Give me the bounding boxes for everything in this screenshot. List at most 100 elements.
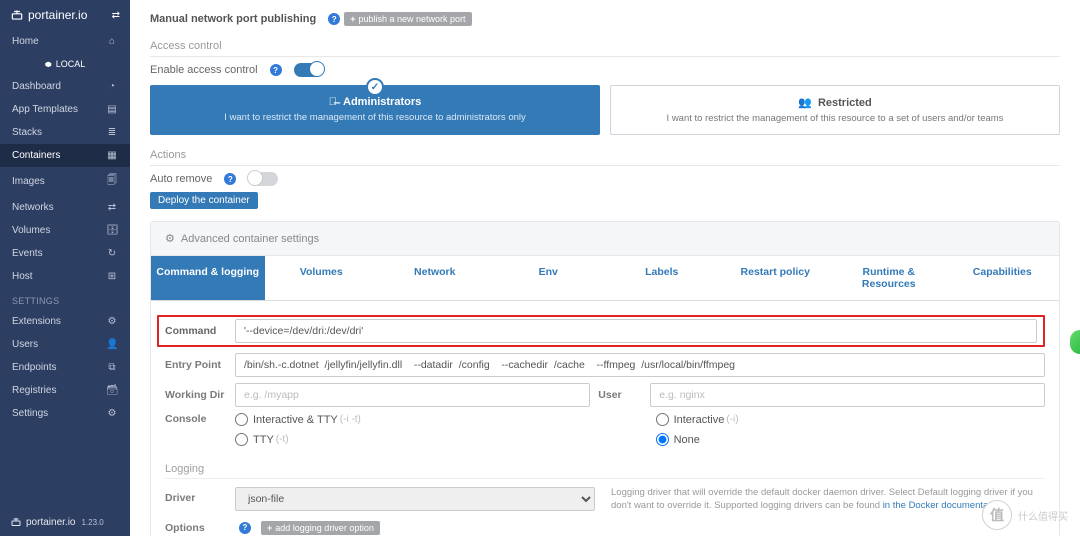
endpoints-icon: ⧉ [106, 362, 118, 373]
users-icon: 👤 [106, 339, 118, 350]
registries-icon: 🗃 [106, 385, 118, 396]
tab-env[interactable]: Env [492, 256, 606, 300]
watermark-badge: 值 [982, 500, 1012, 530]
entrypoint-row: Entry Point [165, 353, 1045, 377]
swap-icon[interactable]: ⇄ [112, 10, 120, 21]
gear-icon [106, 408, 118, 419]
networks-icon: ⇄ [106, 202, 118, 213]
help-icon[interactable]: ? [328, 13, 340, 25]
port-publish-row: Manual network port publishing ? +publis… [150, 12, 1060, 26]
workdir-label: Working Dir [165, 389, 235, 401]
nav-host[interactable]: Host⊞ [0, 265, 130, 288]
actions-title: Actions [150, 143, 1060, 166]
side-tab[interactable] [1070, 330, 1080, 354]
nav-registries[interactable]: Registries🗃 [0, 379, 130, 402]
tab-network[interactable]: Network [378, 256, 492, 300]
auto-remove-toggle[interactable] [248, 172, 278, 186]
workdir-user-row: Working Dir User [165, 383, 1045, 407]
nav-local[interactable]: LOCAL [0, 53, 130, 75]
stacks-icon: ≣ [106, 127, 118, 138]
nav-home[interactable]: Home⌂ [0, 30, 130, 53]
console-tty[interactable]: TTY(-t) [235, 433, 289, 446]
nav-volumes[interactable]: Volumes🗄 [0, 219, 130, 242]
auto-remove-label: Auto remove [150, 173, 212, 185]
volumes-icon: 🗄 [106, 225, 118, 236]
command-input[interactable] [235, 319, 1037, 343]
nav-section-settings: SETTINGS [0, 288, 130, 310]
nav-settings[interactable]: Settings [0, 402, 130, 425]
nav-users[interactable]: Users👤 [0, 333, 130, 356]
command-label: Command [165, 325, 235, 337]
logging-options-row: Options ? +add logging driver option [151, 513, 1059, 535]
gear-icon [165, 232, 175, 245]
driver-note: Logging driver that will override the de… [611, 487, 1045, 513]
tab-restart-policy[interactable]: Restart policy [719, 256, 833, 300]
main-content: Manual network port publishing ? +publis… [130, 0, 1080, 536]
plus-icon: + [350, 14, 355, 24]
containers-icon: ▦ [106, 150, 118, 161]
card-administrators[interactable]: ✓ 👁̶Administrators I want to restrict th… [150, 85, 600, 135]
user-label: User [590, 389, 650, 401]
tab-labels[interactable]: Labels [605, 256, 719, 300]
auto-remove-row: Auto remove ? [150, 172, 1060, 186]
console-interactive[interactable]: Interactive(-i) [656, 413, 739, 426]
nav-networks[interactable]: Networks⇄ [0, 196, 130, 219]
console-none[interactable]: None [656, 433, 700, 446]
sidebar-footer: portainer.io 1.23.0 [0, 508, 130, 536]
nav-dashboard[interactable]: Dashboard◔ [0, 75, 130, 98]
help-icon[interactable]: ? [239, 522, 251, 534]
enable-access-label: Enable access control [150, 64, 258, 76]
enable-access-toggle[interactable] [294, 63, 324, 77]
advanced-header: Advanced container settings [151, 222, 1059, 256]
sidebar: portainer.io ⇄ Home⌂ LOCAL Dashboard◔ Ap… [0, 0, 130, 536]
user-input[interactable] [650, 383, 1045, 407]
command-row: Command [157, 315, 1045, 347]
access-cards: ✓ 👁̶Administrators I want to restrict th… [150, 85, 1060, 135]
tab-volumes[interactable]: Volumes [265, 256, 379, 300]
nav: Home⌂ LOCAL Dashboard◔ App Templates▤ St… [0, 30, 130, 508]
console-row: Console Interactive & TTY(-i -t) TTY(-t)… [165, 413, 1045, 449]
access-control-title: Access control [150, 34, 1060, 57]
nav-app-templates[interactable]: App Templates▤ [0, 98, 130, 121]
advanced-tabs: Command & logging Volumes Network Env La… [151, 256, 1059, 301]
nav-containers[interactable]: Containers▦ [0, 144, 130, 167]
brand: portainer.io ⇄ [0, 0, 130, 30]
logging-options-label: Options [165, 522, 235, 534]
check-icon: ✓ [366, 78, 384, 96]
console-label: Console [165, 413, 235, 425]
plus-icon: + [267, 523, 272, 533]
entrypoint-input[interactable] [235, 353, 1045, 377]
tab-command-logging[interactable]: Command & logging [151, 256, 265, 300]
nav-stacks[interactable]: Stacks≣ [0, 121, 130, 144]
tab-runtime-resources[interactable]: Runtime & Resources [832, 256, 946, 300]
workdir-input[interactable] [235, 383, 590, 407]
dashboard-icon: ◔ [106, 81, 118, 92]
nav-images[interactable]: Images🗐 [0, 167, 130, 196]
enable-access-row: Enable access control ? [150, 63, 1060, 77]
home-icon: ⌂ [106, 36, 118, 47]
eye-slash-icon: 👁̶ [329, 96, 337, 108]
driver-select[interactable]: json-file [235, 487, 595, 511]
tab-capabilities[interactable]: Capabilities [946, 256, 1060, 300]
images-icon: 🗐 [106, 173, 118, 190]
nav-events[interactable]: Events↻ [0, 242, 130, 265]
extensions-icon: ⚙ [106, 316, 118, 327]
add-logging-option-button[interactable]: +add logging driver option [261, 521, 380, 535]
driver-row: Driver json-file Logging driver that wil… [151, 479, 1059, 513]
help-icon[interactable]: ? [224, 173, 236, 185]
port-publish-label: Manual network port publishing [150, 13, 316, 25]
publish-port-button[interactable]: +publish a new network port [344, 12, 471, 26]
console-interactive-tty[interactable]: Interactive & TTY(-i -t) [235, 413, 361, 426]
help-icon[interactable]: ? [270, 64, 282, 76]
advanced-settings: Advanced container settings Command & lo… [150, 221, 1060, 536]
templates-icon: ▤ [106, 104, 118, 115]
deploy-button[interactable]: Deploy the container [150, 192, 258, 209]
users-group-icon: 👥 [798, 96, 812, 109]
nav-extensions[interactable]: Extensions⚙ [0, 310, 130, 333]
logo-icon [10, 8, 24, 22]
entrypoint-label: Entry Point [165, 359, 235, 371]
footer-logo-icon [10, 516, 22, 528]
card-restricted[interactable]: 👥Restricted I want to restrict the manag… [610, 85, 1060, 135]
logging-title: Logging [165, 459, 1045, 479]
nav-endpoints[interactable]: Endpoints⧉ [0, 356, 130, 379]
